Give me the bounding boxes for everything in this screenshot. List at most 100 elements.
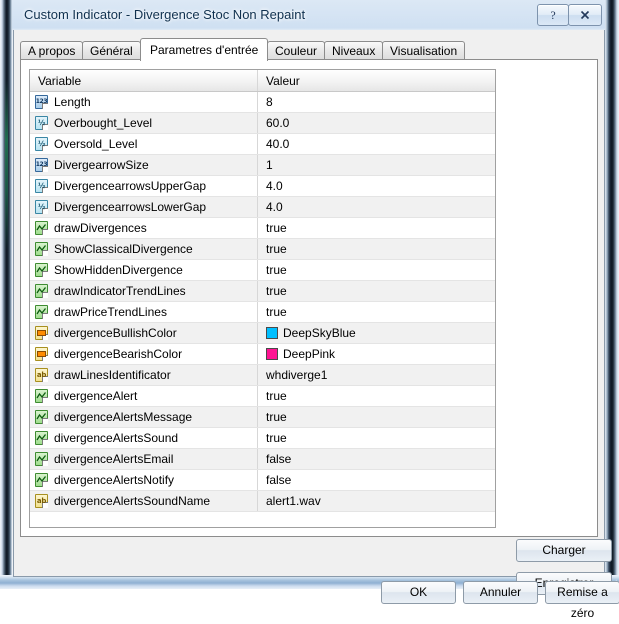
parameter-name-label: Length	[54, 95, 91, 110]
parameters-table-container[interactable]: Variable Valeur 123 Length 8 ½ Overbought_Le…	[29, 69, 496, 528]
parameter-value-cell[interactable]: alert1.wav	[257, 490, 495, 512]
parameter-value-cell[interactable]: true	[257, 301, 495, 323]
parameter-value-cell[interactable]: true	[257, 217, 495, 239]
parameter-name-cell[interactable]: ½ Overbought_Level	[30, 112, 258, 134]
table-row[interactable]: drawIndicatorTrendLines true	[30, 280, 495, 302]
parameter-value-label: whdiverge1	[266, 368, 328, 383]
parameter-name-label: Oversold_Level	[54, 137, 138, 152]
parameter-name-label: Overbought_Level	[54, 116, 153, 131]
cancel-button[interactable]: Annuler	[463, 581, 538, 604]
parameter-name-cell[interactable]: ½ Oversold_Level	[30, 133, 258, 155]
parameter-name-cell[interactable]: ShowClassicalDivergence	[30, 238, 258, 260]
table-row[interactable]: ShowClassicalDivergence true	[30, 238, 495, 260]
bool-type-icon	[35, 220, 50, 236]
question-mark-icon: ?	[550, 8, 555, 22]
parameter-name-cell[interactable]: 123 Length	[30, 91, 258, 113]
bool-type-icon	[35, 430, 50, 446]
parameter-value-cell[interactable]: DeepPink	[257, 343, 495, 365]
tab-g-n-ral[interactable]: Général	[82, 41, 141, 60]
parameter-value-cell[interactable]: 4.0	[257, 175, 495, 197]
parameter-name-cell[interactable]: ShowHiddenDivergence	[30, 259, 258, 281]
tab-page-input-parameters: Variable Valeur 123 Length 8 ½ Overbought_Le…	[20, 59, 612, 595]
table-row[interactable]: ShowHiddenDivergence true	[30, 259, 495, 281]
parameter-value-cell[interactable]: true	[257, 406, 495, 428]
parameter-name-cell[interactable]: divergenceAlertsEmail	[30, 448, 258, 470]
parameter-name-cell[interactable]: drawDivergences	[30, 217, 258, 239]
parameter-value-cell[interactable]: 4.0	[257, 196, 495, 218]
table-row[interactable]: ½ Overbought_Level 60.0	[30, 112, 495, 134]
tab-niveaux[interactable]: Niveaux	[324, 41, 384, 60]
close-button[interactable]	[568, 4, 602, 26]
reset-button[interactable]: Remise a zéro	[545, 581, 619, 620]
tab-couleur[interactable]: Couleur	[267, 41, 326, 60]
parameter-name-cell[interactable]: ½ DivergencearrowsUpperGap	[30, 175, 258, 197]
parameter-value-cell[interactable]: 60.0	[257, 112, 495, 134]
table-row[interactable]: ½ Oversold_Level 40.0	[30, 133, 495, 155]
parameter-value-cell[interactable]: 8	[257, 91, 495, 113]
tab-visualisation[interactable]: Visualisation	[382, 41, 466, 60]
table-row[interactable]: divergenceBearishColor DeepPink	[30, 343, 495, 365]
parameter-name-cell[interactable]: divergenceBullishColor	[30, 322, 258, 344]
help-button[interactable]: ?	[537, 4, 569, 26]
parameter-name-cell[interactable]: divergenceBearishColor	[30, 343, 258, 365]
parameter-value-cell[interactable]: true	[257, 280, 495, 302]
table-row[interactable]: ab divergenceAlertsSoundName alert1.wav	[30, 490, 495, 512]
tab-a-propos[interactable]: A propos	[20, 41, 84, 60]
parameter-name-cell[interactable]: divergenceAlertsNotify	[30, 469, 258, 491]
parameter-value-cell[interactable]: true	[257, 238, 495, 260]
double-type-icon: ½	[35, 199, 50, 215]
parameter-value-label: true	[266, 284, 287, 299]
parameter-value-cell[interactable]: whdiverge1	[257, 364, 495, 386]
parameter-name-cell[interactable]: divergenceAlertsSound	[30, 427, 258, 449]
table-row[interactable]: divergenceAlert true	[30, 385, 495, 407]
bool-type-icon	[35, 304, 50, 320]
parameter-name-cell[interactable]: 123 DivergearrowSize	[30, 154, 258, 176]
table-row[interactable]: divergenceAlertsSound true	[30, 427, 495, 449]
parameter-value-cell[interactable]: DeepSkyBlue	[257, 322, 495, 344]
parameter-value-label: 60.0	[266, 116, 290, 131]
parameter-value-label: false	[266, 452, 292, 467]
parameter-value-cell[interactable]: true	[257, 385, 495, 407]
title-bar[interactable]: Custom Indicator - Divergence Stoc Non R…	[12, 0, 605, 30]
parameter-name-label: DivergearrowSize	[54, 158, 149, 173]
bool-type-icon	[35, 451, 50, 467]
table-row[interactable]: ½ DivergencearrowsUpperGap 4.0	[30, 175, 495, 197]
parameter-name-cell[interactable]: drawIndicatorTrendLines	[30, 280, 258, 302]
parameter-name-label: divergenceBearishColor	[54, 347, 183, 362]
parameter-value-cell[interactable]: true	[257, 259, 495, 281]
table-row[interactable]: drawDivergences true	[30, 217, 495, 239]
parameter-name-cell[interactable]: ab drawLinesIdentificator	[30, 364, 258, 386]
table-row[interactable]: divergenceAlertsNotify false	[30, 469, 495, 491]
table-row[interactable]: divergenceAlertsEmail false	[30, 448, 495, 470]
parameter-value-cell[interactable]: true	[257, 427, 495, 449]
tab-parametres-d-entr-e[interactable]: Parametres d'entrée	[140, 38, 269, 61]
parameter-value-cell[interactable]: false	[257, 469, 495, 491]
parameter-name-cell[interactable]: divergenceAlert	[30, 385, 258, 407]
ok-button[interactable]: OK	[381, 581, 456, 604]
table-row[interactable]: 123 Length 8	[30, 91, 495, 113]
column-header-variable[interactable]: Variable	[30, 70, 258, 92]
table-row[interactable]: ab drawLinesIdentificator whdiverge1	[30, 364, 495, 386]
load-button[interactable]: Charger	[516, 539, 612, 562]
bool-type-icon	[35, 388, 50, 404]
table-row[interactable]: ½ DivergencearrowsLowerGap 4.0	[30, 196, 495, 218]
parameter-name-label: divergenceBullishColor	[54, 326, 177, 341]
column-header-valeur[interactable]: Valeur	[257, 70, 495, 92]
table-row[interactable]: divergenceBullishColor DeepSkyBlue	[30, 322, 495, 344]
parameter-value-cell[interactable]: 40.0	[257, 133, 495, 155]
parameter-value-label: true	[266, 263, 287, 278]
parameter-value-cell[interactable]: 1	[257, 154, 495, 176]
table-row[interactable]: 123 DivergearrowSize 1	[30, 154, 495, 176]
color-type-icon	[35, 325, 50, 341]
dialog-client-area: A propos Général Parametres d'entrée Couleu…	[13, 30, 619, 620]
parameter-name-cell[interactable]: divergenceAlertsMessage	[30, 406, 258, 428]
table-row[interactable]: divergenceAlertsMessage true	[30, 406, 495, 428]
parameter-value-label: 40.0	[266, 137, 290, 152]
table-row[interactable]: drawPriceTrendLines true	[30, 301, 495, 323]
parameter-name-cell[interactable]: ab divergenceAlertsSoundName	[30, 490, 258, 512]
parameter-name-cell[interactable]: drawPriceTrendLines	[30, 301, 258, 323]
parameter-name-cell[interactable]: ½ DivergencearrowsLowerGap	[30, 196, 258, 218]
parameter-value-cell[interactable]: false	[257, 448, 495, 470]
window-right-border	[605, 0, 619, 578]
parameter-name-label: drawIndicatorTrendLines	[54, 284, 186, 299]
